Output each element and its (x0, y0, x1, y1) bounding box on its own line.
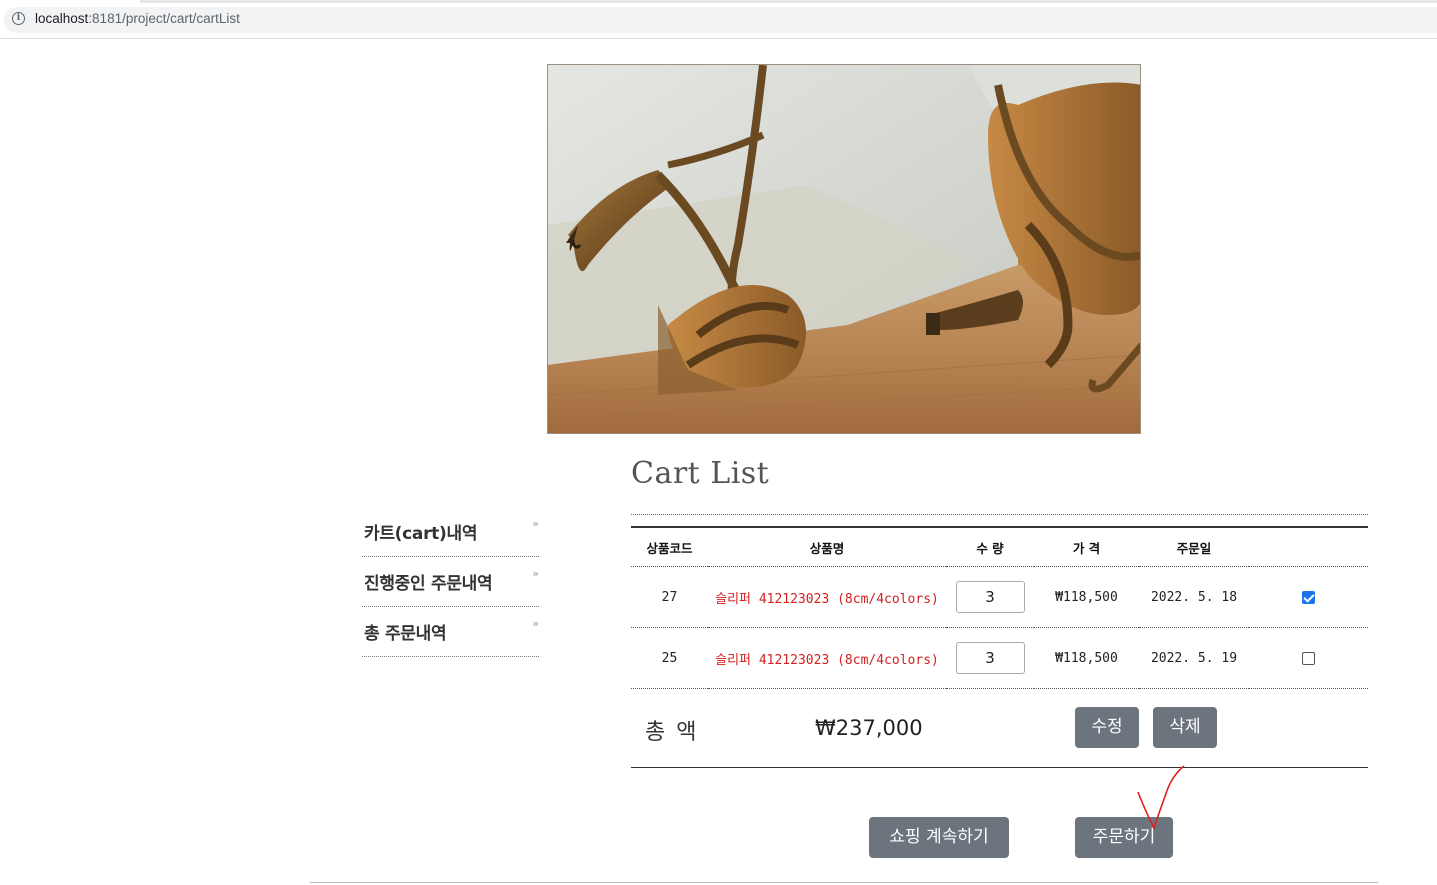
column-header-price: 가 격 (1034, 527, 1139, 567)
column-header-name: 상품명 (708, 527, 946, 567)
qty-cell: 3 (946, 566, 1034, 628)
sandals-illustration (548, 65, 1140, 433)
total-label: 총 액 (645, 720, 699, 745)
select-cell (1249, 627, 1368, 689)
quantity-input[interactable]: 3 (955, 642, 1025, 674)
delete-button[interactable]: 삭제 (1153, 707, 1217, 748)
url-host: localhost (35, 11, 89, 26)
hero-product-image (547, 64, 1141, 434)
row-checkbox[interactable] (1302, 590, 1315, 604)
row-checkbox[interactable] (1302, 651, 1315, 665)
cart-table: 상품코드 상품명 수 량 가 격 주문일 27 슬리퍼 412123023 (8… (631, 526, 1368, 689)
select-cell (1249, 566, 1368, 628)
product-code: 25 (631, 627, 708, 689)
checkmark-annotation-icon (1137, 765, 1185, 831)
product-name-link[interactable]: 슬리퍼 412123023 (8cm/4colors) (708, 566, 946, 628)
sidebar-item-cart[interactable]: 카트(cart)내역 » (362, 507, 539, 557)
continue-shopping-button[interactable]: 쇼핑 계속하기 (869, 817, 1009, 858)
page-title: Cart List (631, 456, 770, 491)
chevron-right-icon: » (532, 617, 539, 630)
sidebar-item-all-orders[interactable]: 총 주문내역 » (362, 607, 539, 657)
sidebar-item-orders-in-progress[interactable]: 진행중인 주문내역 » (362, 557, 539, 607)
product-price: ₩118,500 (1034, 566, 1139, 628)
sidebar-item-label: 총 주문내역 (364, 624, 447, 644)
column-header-select (1249, 527, 1368, 567)
chevron-right-icon: » (532, 567, 539, 580)
order-date: 2022. 5. 19 (1139, 627, 1249, 689)
browser-address-bar: i localhost:8181/project/cart/cartList (0, 0, 1437, 39)
product-price: ₩118,500 (1034, 627, 1139, 689)
table-header-row: 상품코드 상품명 수 량 가 격 주문일 (631, 527, 1368, 567)
tab-strip-edge (140, 0, 1437, 3)
quantity-input[interactable]: 3 (955, 581, 1025, 613)
column-header-code: 상품코드 (631, 527, 708, 567)
qty-cell: 3 (946, 627, 1034, 689)
site-info-icon[interactable]: i (12, 12, 25, 25)
chevron-right-icon: » (532, 517, 539, 530)
product-code: 27 (631, 566, 708, 628)
url-text[interactable]: localhost:8181/project/cart/cartList (35, 11, 240, 26)
total-amount: ₩237,000 (815, 716, 923, 740)
cart-total-row: 총 액 ₩237,000 수정 삭제 (631, 689, 1368, 768)
footer-divider (310, 882, 1378, 883)
table-row: 27 슬리퍼 412123023 (8cm/4colors) 3 ₩118,50… (631, 566, 1368, 628)
title-divider (631, 514, 1368, 515)
table-row: 25 슬리퍼 412123023 (8cm/4colors) 3 ₩118,50… (631, 627, 1368, 689)
url-path: :8181/project/cart/cartList (88, 11, 240, 26)
edit-button[interactable]: 수정 (1075, 707, 1139, 748)
column-header-date: 주문일 (1139, 527, 1249, 567)
sidebar-item-label: 진행중인 주문내역 (364, 574, 493, 594)
order-date: 2022. 5. 18 (1139, 566, 1249, 628)
column-header-qty: 수 량 (946, 527, 1034, 567)
product-name-link[interactable]: 슬리퍼 412123023 (8cm/4colors) (708, 627, 946, 689)
sidebar-menu: 카트(cart)내역 » 진행중인 주문내역 » 총 주문내역 » (362, 507, 539, 657)
sidebar-item-label: 카트(cart)내역 (364, 524, 478, 544)
